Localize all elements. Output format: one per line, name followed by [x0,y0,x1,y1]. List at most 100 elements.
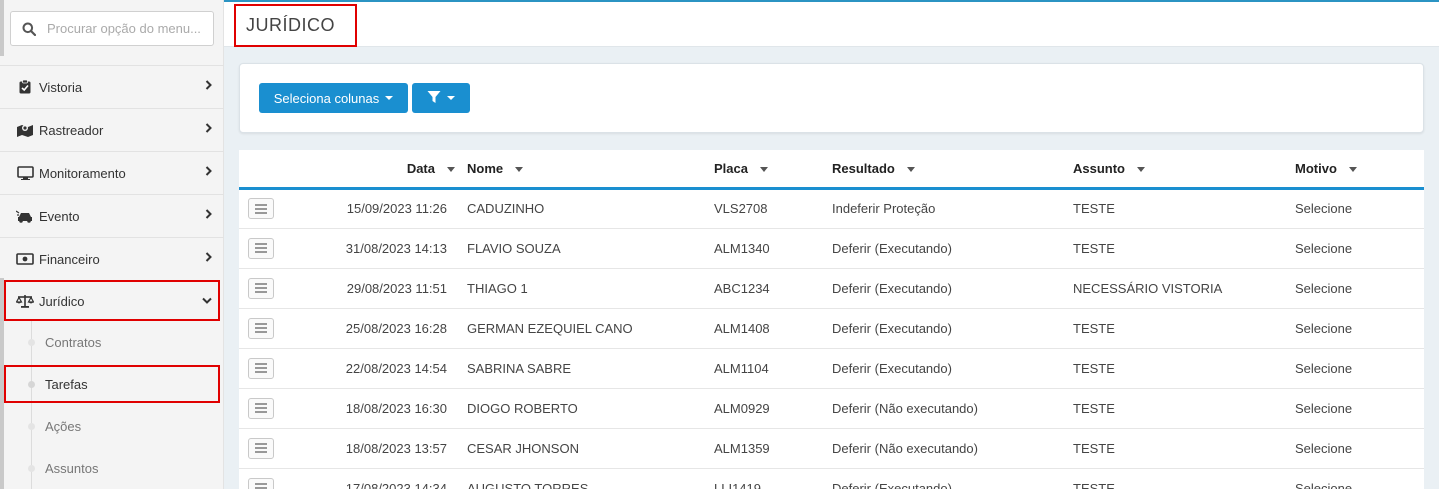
cell-motivo: Selecione [1295,468,1424,489]
cell-nome: AUGUSTO TORRES [467,468,714,489]
table-row[interactable]: 22/08/2023 14:54 SABRINA SABRE ALM1104 Defe… [239,348,1424,389]
table-row[interactable]: 25/08/2023 16:28 GERMAN EZEQUIEL CANO ALM1… [239,308,1424,349]
hamburger-icon [255,243,267,253]
sidebar-item-monitoramento[interactable]: Monitoramento [0,151,224,194]
table-row[interactable]: 15/09/2023 11:26 CADUZINHO VLS2708 Indeferi… [239,188,1424,229]
row-menu-button[interactable] [248,477,274,489]
row-menu-button[interactable] [248,317,274,339]
sidebar-item-label: Financeiro [39,251,100,267]
cell-data: 25/08/2023 16:28 [289,308,467,349]
cell-data: 15/09/2023 11:26 [289,188,467,229]
scale-balance-icon [16,293,34,309]
cell-resultado: Deferir (Executando) [832,468,1073,489]
row-menu-button[interactable] [248,437,274,459]
column-header-assunto[interactable]: Assunto [1073,150,1295,190]
column-header-resultado[interactable]: Resultado [832,150,1073,190]
cell-assunto: TESTE [1073,468,1295,489]
table-row[interactable]: 29/08/2023 11:51 THIAGO 1 ABC1234 Deferir (… [239,268,1424,309]
caret-down-icon [385,96,394,100]
cell-motivo: Selecione [1295,428,1424,469]
cell-resultado: Deferir (Não executando) [832,388,1073,429]
sidebar-item-vistoria[interactable]: Vistoria [0,65,224,108]
monitor-icon [16,165,34,181]
cell-resultado: Deferir (Executando) [832,308,1073,349]
filter-icon [427,90,441,107]
submenu-item-label: Contratos [45,334,102,350]
sidebar-item-evento[interactable]: Evento [0,194,224,237]
tasks-table: Data Nome Placa Resultado Assunto Motivo… [239,150,1424,489]
submenu-item-label: Assuntos [45,460,99,476]
table-row[interactable]: 18/08/2023 16:30 DIOGO ROBERTO ALM0929 Defe… [239,388,1424,429]
submenu-item-acoes[interactable]: Ações [0,405,224,447]
caret-down-icon [447,96,455,100]
cell-resultado: Deferir (Executando) [832,348,1073,389]
sort-caret-icon [515,166,524,172]
cell-assunto: TESTE [1073,428,1295,469]
sidebar-item-financeiro[interactable]: Financeiro [0,237,224,280]
chevron-right-icon [205,208,212,222]
row-menu-button[interactable] [248,357,274,379]
filter-button[interactable] [412,83,470,113]
map-marker-icon [16,122,34,138]
select-columns-button[interactable]: Seleciona colunas [259,83,408,113]
column-header-nome[interactable]: Nome [467,150,714,190]
cell-placa: ALM0929 [714,388,832,429]
page-header: JURÍDICO [224,0,1439,47]
chevron-right-icon [205,165,212,179]
sidebar-item-label: Jurídico [39,293,85,309]
cell-motivo: Selecione [1295,348,1424,389]
menu-search-input[interactable] [47,21,207,36]
cell-motivo: Selecione [1295,268,1424,309]
cell-assunto: TESTE [1073,188,1295,229]
sidebar-item-label: Vistoria [39,79,83,95]
sidebar: Vistoria Rastreador Monitoramento [0,0,224,489]
hamburger-icon [255,283,267,293]
clipboard-check-icon [16,79,34,95]
chevron-down-icon [202,293,212,307]
cell-motivo: Selecione [1295,388,1424,429]
cell-data: 17/08/2023 14:34 [289,468,467,489]
car-crash-icon [16,208,34,224]
cell-nome: CADUZINHO [467,188,714,229]
column-header-data[interactable]: Data [289,150,467,190]
table-header-row: Data Nome Placa Resultado Assunto Motivo [239,150,1424,190]
submenu-item-tarefas[interactable]: Tarefas [4,365,220,403]
sidebar-item-juridico[interactable]: Jurídico [4,280,220,321]
column-header-placa[interactable]: Placa [714,150,832,190]
submenu-item-assuntos[interactable]: Assuntos [0,447,224,489]
cell-motivo: Selecione [1295,308,1424,349]
row-actions-cell [239,428,289,469]
hamburger-icon [255,323,267,333]
column-header-label: Resultado [832,160,895,176]
table-row[interactable]: 18/08/2023 13:57 CESAR JHONSON ALM1359 Defe… [239,428,1424,469]
column-header-motivo[interactable]: Motivo [1295,150,1424,190]
cell-nome: CESAR JHONSON [467,428,714,469]
sidebar-item-rastreador[interactable]: Rastreador [0,108,224,151]
row-menu-button[interactable] [248,198,274,219]
menu-search-box[interactable] [10,11,214,46]
sort-caret-icon [759,166,768,172]
page-title: JURÍDICO [234,4,357,47]
row-menu-button[interactable] [248,277,274,299]
chevron-right-icon [205,122,212,136]
row-menu-button[interactable] [248,397,274,419]
bullet-icon [28,465,35,472]
hamburger-icon [255,203,267,214]
select-columns-label: Seleciona colunas [273,90,380,106]
column-header-label: Assunto [1073,160,1125,176]
cell-data: 31/08/2023 14:13 [289,228,467,269]
chevron-right-icon [205,251,212,265]
table-row[interactable]: 31/08/2023 14:13 FLAVIO SOUZA ALM1340 Defer… [239,228,1424,269]
submenu-item-contratos[interactable]: Contratos [0,321,224,363]
row-menu-button[interactable] [248,237,274,259]
sidebar-item-label: Evento [39,208,80,224]
table-row[interactable]: 17/08/2023 14:34 AUGUSTO TORRES LLI1419 Def… [239,468,1424,489]
search-icon [11,22,47,36]
cell-resultado: Deferir (Executando) [832,228,1073,269]
cell-nome: GERMAN EZEQUIEL CANO [467,308,714,349]
bullet-icon [28,339,35,346]
money-bill-icon [16,251,34,267]
bullet-icon [28,381,35,388]
sort-caret-icon [1348,166,1357,172]
sidebar-scroll-indicator [0,0,4,56]
